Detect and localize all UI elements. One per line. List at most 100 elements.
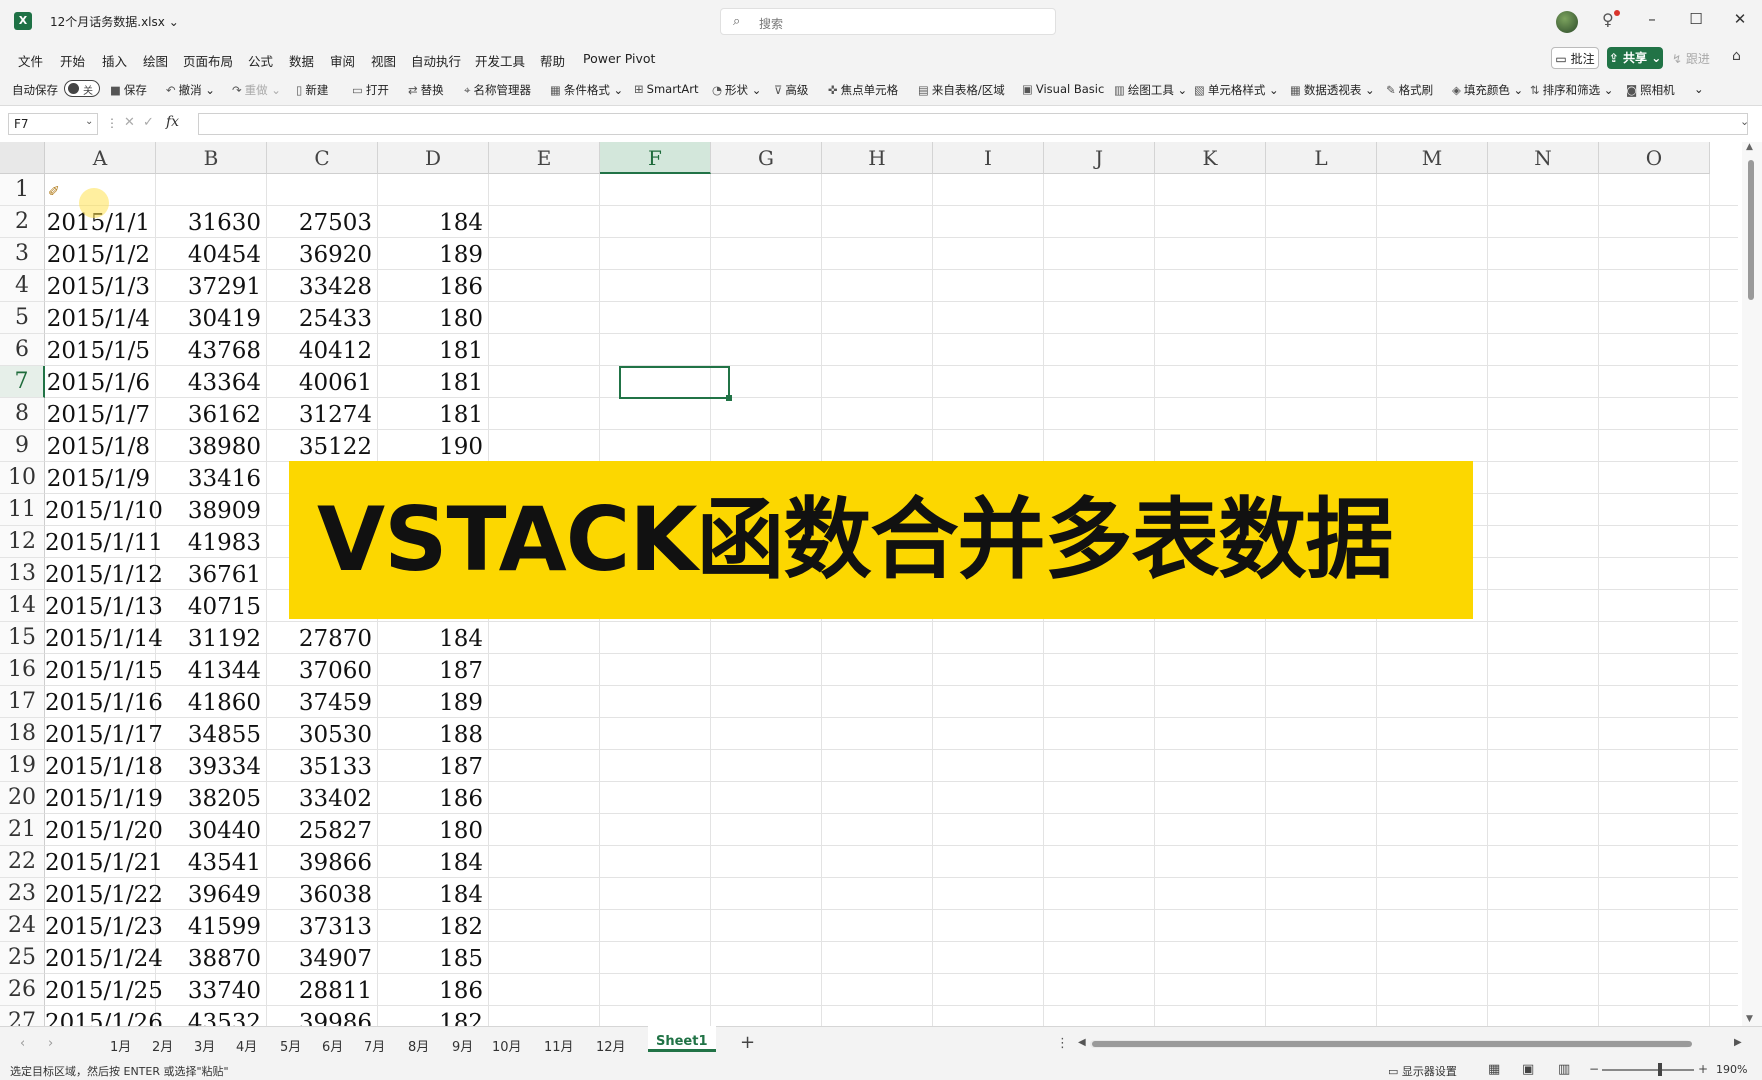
row-header-22[interactable]: 22 — [0, 846, 45, 878]
cell-c19[interactable]: 35133 — [267, 750, 378, 782]
scroll-left-icon[interactable]: ◀ — [1078, 1037, 1086, 1048]
cell-d23[interactable]: 184 — [378, 878, 489, 910]
cell-d26[interactable]: 186 — [378, 974, 489, 1006]
zoom-slider[interactable] — [1602, 1069, 1694, 1071]
file-name[interactable]: 12个月话务数据.xlsx ⌄ — [50, 13, 179, 30]
cell-a11[interactable]: 2015/1/10 — [45, 494, 163, 526]
visual-basic-button[interactable]: ▣ Visual Basic — [1022, 82, 1104, 96]
row-header-10[interactable]: 10 — [0, 462, 45, 494]
cell-c16[interactable]: 37060 — [267, 654, 378, 686]
zoom-level[interactable]: 190% — [1716, 1063, 1747, 1076]
cell-d16[interactable]: 187 — [378, 654, 489, 686]
column-header-o[interactable]: O — [1599, 142, 1710, 174]
row-header-25[interactable]: 25 — [0, 942, 45, 974]
column-header-k[interactable]: K — [1155, 142, 1266, 174]
menu-developer[interactable]: 开发工具 — [475, 51, 525, 70]
sheet-tab-1[interactable]: 1月 — [110, 1036, 131, 1055]
cell-c4[interactable]: 33428 — [267, 270, 378, 302]
scroll-down-icon[interactable]: ▼ — [1746, 1014, 1753, 1024]
sheet-tab-5[interactable]: 5月 — [280, 1036, 301, 1055]
sheet-tab-8[interactable]: 8月 — [408, 1036, 429, 1055]
cell-d15[interactable]: 184 — [378, 622, 489, 654]
row-header-20[interactable]: 20 — [0, 782, 45, 814]
row-header-14[interactable]: 14 — [0, 590, 45, 622]
cell-d7[interactable]: 181 — [378, 366, 489, 398]
zoom-in-button[interactable]: + — [1698, 1062, 1708, 1076]
focus-cell-button[interactable]: ✜ 焦点单元格 — [828, 82, 898, 98]
column-header-j[interactable]: J — [1044, 142, 1155, 174]
row-header-21[interactable]: 21 — [0, 814, 45, 846]
menu-view[interactable]: 视图 — [371, 51, 396, 70]
sheet-tab-6[interactable]: 6月 — [322, 1036, 343, 1055]
column-header-c[interactable]: C — [267, 142, 378, 174]
cell-c7[interactable]: 40061 — [267, 366, 378, 398]
row-header-8[interactable]: 8 — [0, 398, 45, 430]
cell-d22[interactable]: 184 — [378, 846, 489, 878]
column-header-b[interactable]: B — [156, 142, 267, 174]
column-header-m[interactable]: M — [1377, 142, 1488, 174]
sheet-tab-2[interactable]: 2月 — [152, 1036, 173, 1055]
insert-function-icon[interactable]: fx — [166, 114, 179, 130]
normal-view-icon[interactable]: ▦ — [1488, 1062, 1500, 1077]
cell-c8[interactable]: 31274 — [267, 398, 378, 430]
enter-icon[interactable]: ✓ — [143, 115, 154, 130]
menu-formulas[interactable]: 公式 — [248, 51, 273, 70]
active-cell-f7[interactable] — [619, 366, 730, 399]
row-header-16[interactable]: 16 — [0, 654, 45, 686]
column-header-l[interactable]: L — [1266, 142, 1377, 174]
row-header-12[interactable]: 12 — [0, 526, 45, 558]
cell-a25[interactable]: 2015/1/24 — [45, 942, 163, 974]
cell-b16[interactable]: 41344 — [156, 654, 267, 686]
search-input[interactable]: ⌕ 搜索 — [720, 8, 1056, 35]
paste-options-icon[interactable]: ✐ — [48, 184, 60, 200]
cell-a21[interactable]: 2015/1/20 — [45, 814, 163, 846]
cell-d20[interactable]: 186 — [378, 782, 489, 814]
cell-d8[interactable]: 181 — [378, 398, 489, 430]
cell-a3[interactable]: 2015/1/2 — [45, 238, 156, 270]
cell-d19[interactable]: 187 — [378, 750, 489, 782]
cell-b12[interactable]: 41983 — [156, 526, 267, 558]
cell-b6[interactable]: 43768 — [156, 334, 267, 366]
cell-a12[interactable]: 2015/1/11 — [45, 526, 163, 558]
cell-b25[interactable]: 38870 — [156, 942, 267, 974]
close-button[interactable]: ✕ — [1730, 10, 1750, 28]
redo-button[interactable]: ↷ 重做 ⌄ — [232, 82, 281, 98]
display-settings-button[interactable]: ▭ 显示器设置 — [1388, 1063, 1457, 1079]
ribbon-options-icon[interactable]: ⌂ — [1732, 48, 1741, 64]
menu-automate[interactable]: 自动执行 — [411, 51, 461, 70]
cell-d2[interactable]: 184 — [378, 206, 489, 238]
menu-review[interactable]: 审阅 — [330, 51, 355, 70]
cell-c24[interactable]: 37313 — [267, 910, 378, 942]
row-header-27[interactable]: 27 — [0, 1006, 45, 1026]
cell-a8[interactable]: 2015/1/7 — [45, 398, 156, 430]
cell-c22[interactable]: 39866 — [267, 846, 378, 878]
cancel-icon[interactable]: ✕ — [124, 115, 135, 130]
cell-a16[interactable]: 2015/1/15 — [45, 654, 163, 686]
maximize-button[interactable]: ☐ — [1686, 10, 1706, 28]
cell-a20[interactable]: 2015/1/19 — [45, 782, 163, 814]
cell-b11[interactable]: 38909 — [156, 494, 267, 526]
cell-b17[interactable]: 41860 — [156, 686, 267, 718]
cell-d24[interactable]: 182 — [378, 910, 489, 942]
autosave-toggle[interactable]: 关 — [64, 80, 100, 97]
cell-d9[interactable]: 190 — [378, 430, 489, 462]
cell-b4[interactable]: 37291 — [156, 270, 267, 302]
fill-color-button[interactable]: ◈ 填充颜色 ⌄ — [1452, 82, 1523, 98]
cell-a26[interactable]: 2015/1/25 — [45, 974, 163, 1006]
cell-c17[interactable]: 37459 — [267, 686, 378, 718]
scroll-up-icon[interactable]: ▲ — [1746, 142, 1753, 152]
comment-button[interactable]: ▭ 批注 — [1551, 47, 1599, 69]
minimize-button[interactable]: – — [1642, 10, 1662, 28]
row-header-13[interactable]: 13 — [0, 558, 45, 590]
fill-handle[interactable] — [726, 395, 732, 401]
cell-b20[interactable]: 38205 — [156, 782, 267, 814]
cell-d21[interactable]: 180 — [378, 814, 489, 846]
column-header-f[interactable]: F — [600, 142, 711, 174]
column-header-n[interactable]: N — [1488, 142, 1599, 174]
cell-b23[interactable]: 39649 — [156, 878, 267, 910]
row-header-15[interactable]: 15 — [0, 622, 45, 654]
cell-c26[interactable]: 28811 — [267, 974, 378, 1006]
cell-c2[interactable]: 27503 — [267, 206, 378, 238]
cell-styles-button[interactable]: ▧ 单元格样式 ⌄ — [1194, 82, 1279, 98]
cell-c18[interactable]: 30530 — [267, 718, 378, 750]
